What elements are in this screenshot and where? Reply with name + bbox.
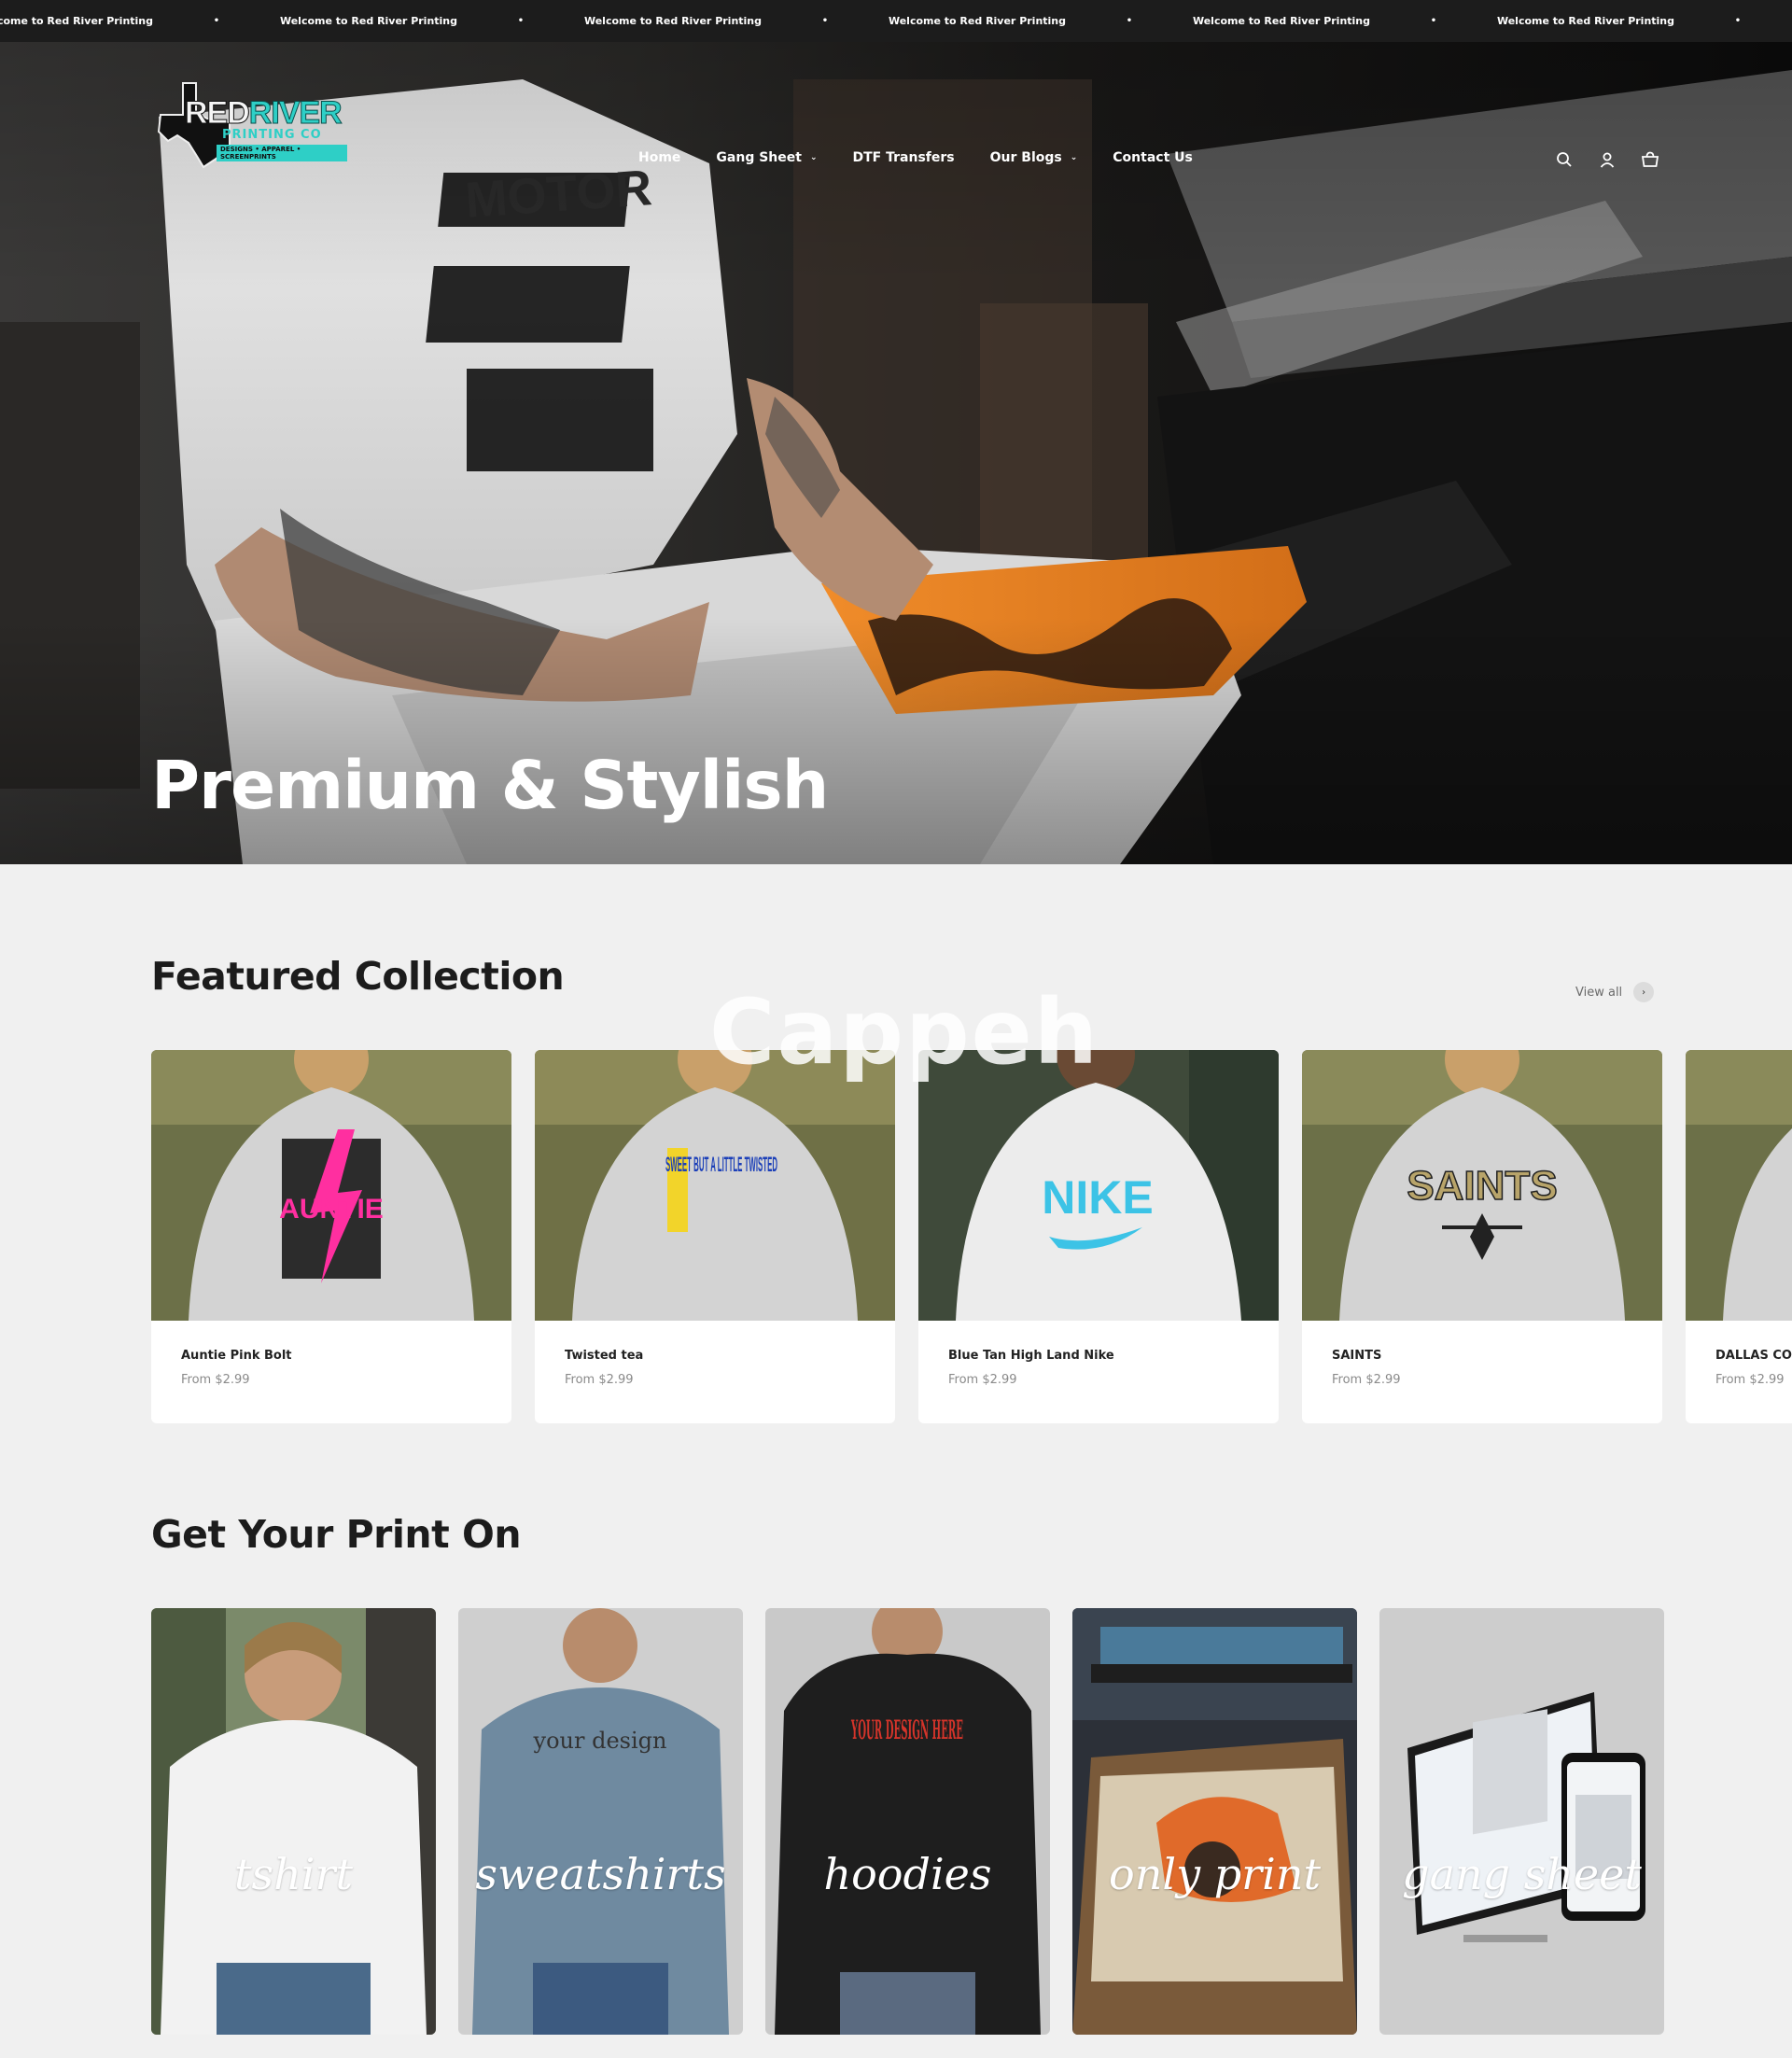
category-image: [151, 1608, 436, 2035]
category-tile-hoodies[interactable]: YOUR DESIGN HERE hoodies: [765, 1608, 1050, 2035]
category-label: hoodies: [823, 1849, 992, 1899]
product-card[interactable]: AUNTIE Auntie Pink Bolt From $2.99: [151, 1050, 511, 1423]
announcement-separator: •: [1430, 16, 1437, 26]
category-image: YOUR DESIGN HERE: [765, 1608, 1050, 2035]
announcement-message: Welcome to Red River Printing•: [868, 15, 1172, 27]
category-label: gang sheet: [1402, 1849, 1642, 1899]
category-tile-only-print[interactable]: only print: [1072, 1608, 1357, 2035]
nav-gang-sheet[interactable]: Gang Sheet ⌄: [716, 150, 817, 165]
product-price: From $2.99: [565, 1373, 634, 1387]
logo[interactable]: REDRIVER PRINTING CO DESIGNS • APPAREL •…: [149, 76, 347, 169]
product-price: From $2.99: [1715, 1373, 1785, 1387]
announcement-bar: Welcome to Red River Printing• Welcome t…: [0, 0, 1792, 42]
shirt-print-text: your design: [533, 1728, 667, 1754]
nav-our-blogs[interactable]: Our Blogs ⌄: [990, 150, 1078, 165]
announcement-message: Welcome to Red River Printing•: [1172, 15, 1477, 27]
announcement-message: Welcome to Red River Printing•: [1477, 15, 1781, 27]
hero-banner: MOTOR REDRIVER PRINTING CO DESIGNS • APP…: [0, 42, 1792, 864]
product-image: SAINTS: [1302, 1050, 1662, 1321]
announcement-separator: •: [1734, 16, 1742, 26]
category-tile-gang-sheet[interactable]: gang sheet: [1379, 1608, 1664, 2035]
announcement-message: Welcome to Red River Printing•: [564, 15, 868, 27]
view-all-link[interactable]: View all ›: [1575, 982, 1655, 1002]
announcement-track: Welcome to Red River Printing• Welcome t…: [0, 0, 1781, 42]
cart-icon[interactable]: [1639, 148, 1661, 171]
category-label: only print: [1109, 1849, 1321, 1899]
product-card[interactable]: SWEET BUT A LITTLE TWISTED Twisted tea F…: [535, 1050, 895, 1423]
logo-tagline: DESIGNS • APPAREL • SCREENPRINTS: [217, 145, 347, 161]
product-image: NIKE: [918, 1050, 1279, 1321]
product-name: Twisted tea: [565, 1349, 644, 1363]
product-name: Auntie Pink Bolt: [181, 1349, 292, 1363]
hero-title: Premium & Stylish: [151, 747, 829, 824]
product-print-text: AUNTIE: [279, 1194, 384, 1225]
search-icon[interactable]: [1553, 148, 1575, 171]
site-header: REDRIVER PRINTING CO DESIGNS • APPAREL •…: [0, 42, 1792, 196]
product-name: Blue Tan High Land Nike: [948, 1349, 1114, 1363]
product-price: From $2.99: [1332, 1373, 1401, 1387]
category-image: your design: [458, 1608, 743, 2035]
nav-home[interactable]: Home: [638, 150, 680, 165]
product-print-text: NIKE: [1042, 1171, 1153, 1224]
featured-collection-title: Featured Collection: [151, 954, 565, 999]
product-carousel: AUNTIE Auntie Pink Bolt From $2.99 SWEET…: [151, 1050, 1792, 1423]
product-card[interactable]: NIKE Blue Tan High Land Nike From $2.99: [918, 1050, 1279, 1423]
logo-subtitle: PRINTING CO: [222, 128, 322, 142]
announcement-separator: •: [213, 16, 220, 26]
product-name: DALLAS COWBOYS: [1715, 1349, 1792, 1363]
watermark: Cappeh: [709, 980, 1100, 1085]
account-icon[interactable]: [1596, 148, 1618, 171]
header-icons: [1533, 148, 1661, 171]
category-label: sweatshirts: [475, 1849, 726, 1899]
category-image: [1072, 1608, 1357, 2035]
announcement-separator: •: [821, 16, 829, 26]
product-name: SAINTS: [1332, 1349, 1382, 1363]
category-image: [1379, 1608, 1664, 2035]
announcement-separator: •: [517, 16, 525, 26]
shirt-print-text: YOUR DESIGN HERE: [851, 1715, 963, 1745]
announcement-message: Welcome to Red River Printing•: [0, 15, 259, 27]
category-tiles: tshirt your design sweatshirts YOUR DESI…: [151, 1608, 1664, 2035]
chevron-down-icon: ⌄: [809, 153, 818, 162]
product-price: From $2.99: [948, 1373, 1017, 1387]
product-image: AUNTIE: [151, 1050, 511, 1321]
nav-contact-us[interactable]: Contact Us: [1113, 150, 1193, 165]
category-tile-sweatshirts[interactable]: your design sweatshirts: [458, 1608, 743, 2035]
main-nav: Home Gang Sheet ⌄ DTF Transfers Our Blogs…: [638, 150, 1228, 165]
chevron-down-icon: ⌄: [1070, 153, 1078, 162]
nav-dtf-transfers[interactable]: DTF Transfers: [853, 150, 955, 165]
arrow-right-icon: ›: [1633, 982, 1655, 1002]
product-print-text: SWEET BUT A LITTLE TWISTED: [665, 1153, 777, 1176]
product-price: From $2.99: [181, 1373, 250, 1387]
print-on-title: Get Your Print On: [151, 1512, 522, 1557]
product-image: [1686, 1050, 1792, 1321]
category-tile-tshirt[interactable]: tshirt: [151, 1608, 436, 2035]
product-print-text: SAINTS: [1407, 1163, 1557, 1209]
category-label: tshirt: [234, 1849, 353, 1899]
logo-wordmark: REDRIVER: [185, 95, 343, 131]
product-card[interactable]: DALLAS COWBOYS From $2.99: [1686, 1050, 1792, 1423]
product-card[interactable]: SAINTS SAINTS From $2.99: [1302, 1050, 1662, 1423]
announcement-message: Welcome to Red River Printing•: [259, 15, 564, 27]
product-image: SWEET BUT A LITTLE TWISTED: [535, 1050, 895, 1321]
announcement-separator: •: [1126, 16, 1133, 26]
